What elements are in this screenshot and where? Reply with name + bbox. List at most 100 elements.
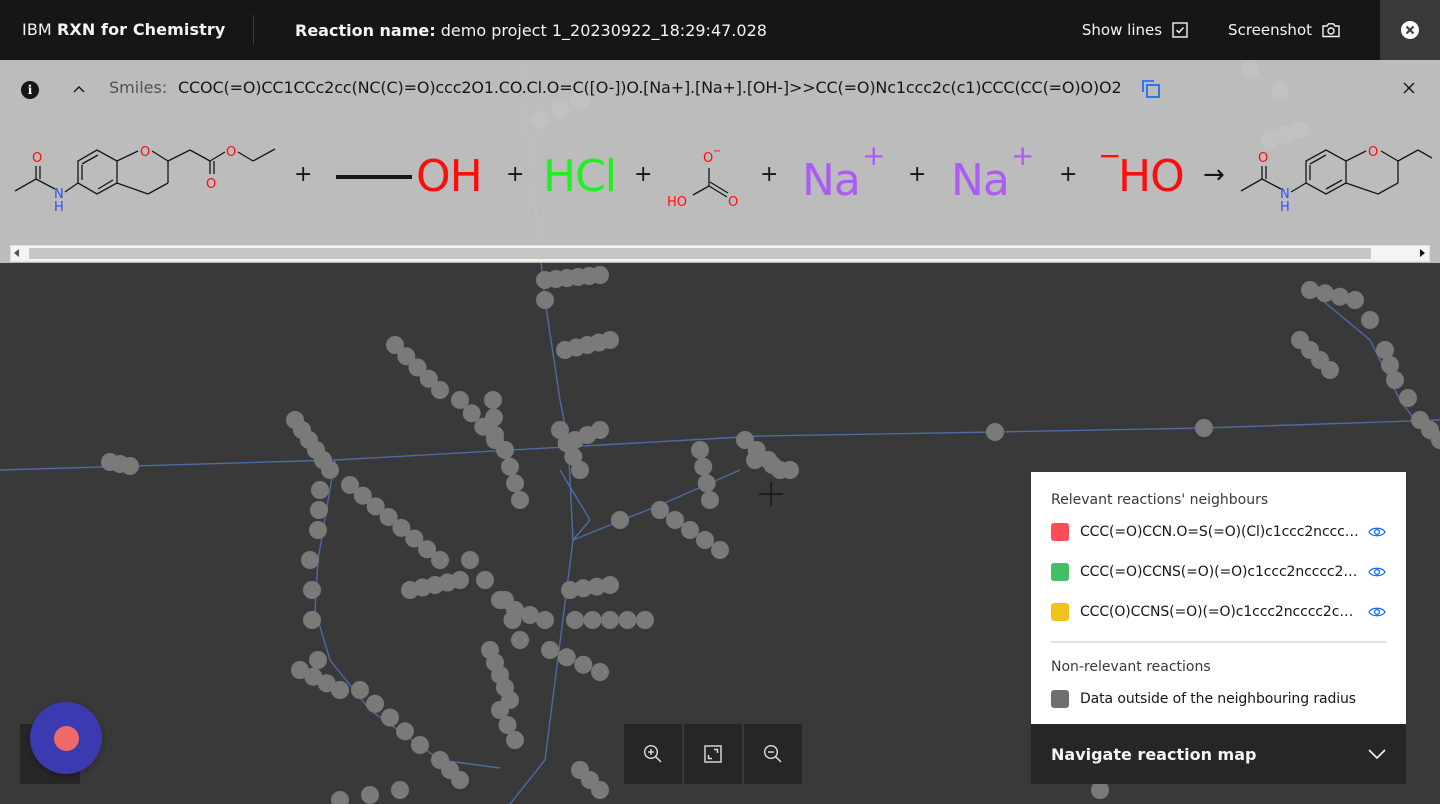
- navigate-reaction-map-toggle[interactable]: Navigate reaction map: [1031, 724, 1406, 784]
- eye-icon[interactable]: [1368, 566, 1386, 578]
- zoom-out-button[interactable]: [744, 724, 802, 784]
- map-node[interactable]: [496, 441, 514, 459]
- map-node[interactable]: [1316, 284, 1334, 303]
- map-node[interactable]: [311, 481, 329, 499]
- map-node[interactable]: [681, 521, 699, 539]
- map-node[interactable]: [121, 457, 139, 475]
- map-node[interactable]: [381, 708, 399, 727]
- show-lines-toggle[interactable]: Show lines: [1082, 21, 1188, 39]
- map-node[interactable]: [431, 381, 449, 399]
- map-node[interactable]: [536, 611, 554, 629]
- map-node[interactable]: [591, 421, 609, 439]
- map-node[interactable]: [411, 736, 429, 754]
- eye-icon[interactable]: [1368, 606, 1386, 618]
- map-node[interactable]: [366, 694, 384, 713]
- map-node[interactable]: [574, 655, 593, 674]
- map-node[interactable]: [591, 663, 609, 681]
- map-node[interactable]: [511, 491, 529, 509]
- map-node[interactable]: [506, 731, 524, 749]
- map-node[interactable]: [781, 461, 799, 479]
- scrollbar-thumb[interactable]: [29, 248, 1371, 259]
- map-node[interactable]: [451, 571, 469, 589]
- map-node[interactable]: [303, 611, 321, 629]
- map-node[interactable]: [763, 456, 782, 474]
- map-node[interactable]: [566, 611, 584, 629]
- map-node[interactable]: [396, 722, 414, 741]
- scroll-left-arrow-icon[interactable]: [14, 249, 19, 257]
- screenshot-button[interactable]: Screenshot: [1228, 21, 1340, 39]
- map-node[interactable]: [309, 521, 327, 539]
- eye-icon[interactable]: [1368, 526, 1386, 538]
- nonrelevant-legend-title: Non-relevant reactions: [1051, 659, 1211, 675]
- map-node[interactable]: [511, 631, 529, 649]
- checkbox-checked-icon[interactable]: [1172, 22, 1188, 38]
- brand-prefix: IBM: [22, 20, 52, 39]
- close-map-button[interactable]: [1380, 0, 1440, 60]
- legend-item-label: CCC(=O)CCN.O=S(=O)(Cl)c1ccc2ncccc2...: [1080, 524, 1362, 540]
- map-node[interactable]: [361, 786, 379, 804]
- map-node[interactable]: [303, 581, 321, 599]
- assistant-fab-button[interactable]: [30, 702, 102, 774]
- fit-to-screen-button[interactable]: [684, 724, 742, 784]
- collapse-panel-button[interactable]: [70, 79, 88, 99]
- map-node[interactable]: [1195, 419, 1213, 437]
- map-node[interactable]: [711, 541, 729, 559]
- map-node[interactable]: [536, 291, 554, 309]
- map-node[interactable]: [309, 651, 327, 669]
- map-node[interactable]: [431, 551, 449, 569]
- map-node[interactable]: [651, 501, 669, 519]
- map-node[interactable]: [310, 501, 328, 519]
- copy-smiles-button[interactable]: [1141, 79, 1161, 103]
- map-node[interactable]: [331, 791, 349, 804]
- map-node[interactable]: [611, 511, 629, 529]
- scroll-right-arrow-icon[interactable]: [1420, 249, 1425, 257]
- map-node[interactable]: [583, 611, 602, 629]
- map-node[interactable]: [1321, 361, 1339, 379]
- map-node[interactable]: [691, 441, 709, 459]
- map-node[interactable]: [486, 426, 504, 444]
- map-node[interactable]: [746, 451, 764, 469]
- map-node[interactable]: [618, 611, 637, 629]
- map-node[interactable]: [1399, 389, 1417, 407]
- map-node[interactable]: [701, 491, 719, 509]
- map-node[interactable]: [391, 781, 409, 799]
- zoom-in-button[interactable]: [624, 724, 682, 784]
- map-node[interactable]: [476, 571, 494, 589]
- map-node[interactable]: [331, 681, 349, 699]
- close-panel-button[interactable]: [1401, 80, 1417, 100]
- close-circle-icon: [1401, 21, 1419, 39]
- map-node[interactable]: [1346, 291, 1364, 309]
- map-node[interactable]: [591, 266, 609, 284]
- map-node[interactable]: [484, 391, 502, 409]
- map-node[interactable]: [321, 461, 339, 479]
- map-node[interactable]: [601, 331, 619, 349]
- map-node[interactable]: [694, 457, 713, 476]
- map-node[interactable]: [666, 511, 684, 529]
- map-node[interactable]: [1386, 371, 1404, 389]
- map-node[interactable]: [636, 611, 654, 629]
- map-node[interactable]: [571, 461, 589, 479]
- map-node[interactable]: [485, 408, 503, 427]
- map-node[interactable]: [501, 457, 519, 476]
- map-node[interactable]: [601, 611, 619, 629]
- legend-item-label: CCC(O)CCNS(=O)(=O)c1ccc2ncccc2c1>...: [1080, 604, 1362, 620]
- map-node[interactable]: [591, 781, 609, 799]
- map-node[interactable]: [461, 551, 479, 569]
- map-node[interactable]: [696, 531, 714, 549]
- map-node[interactable]: [506, 474, 524, 493]
- map-node[interactable]: [541, 641, 559, 659]
- map-node[interactable]: [601, 576, 619, 594]
- map-node[interactable]: [1301, 281, 1319, 299]
- map-node[interactable]: [301, 551, 319, 569]
- atom-hydroxyl: HO: [667, 195, 687, 210]
- info-icon[interactable]: i: [21, 81, 39, 99]
- map-node[interactable]: [351, 681, 369, 699]
- molecule-product: O N H O: [1240, 145, 1433, 214]
- map-node[interactable]: [1331, 287, 1349, 306]
- map-node[interactable]: [986, 423, 1004, 441]
- map-node[interactable]: [451, 771, 469, 789]
- map-node[interactable]: [697, 474, 716, 493]
- map-node[interactable]: [1361, 311, 1379, 329]
- equation-horizontal-scrollbar[interactable]: [10, 245, 1430, 262]
- map-node[interactable]: [557, 648, 576, 667]
